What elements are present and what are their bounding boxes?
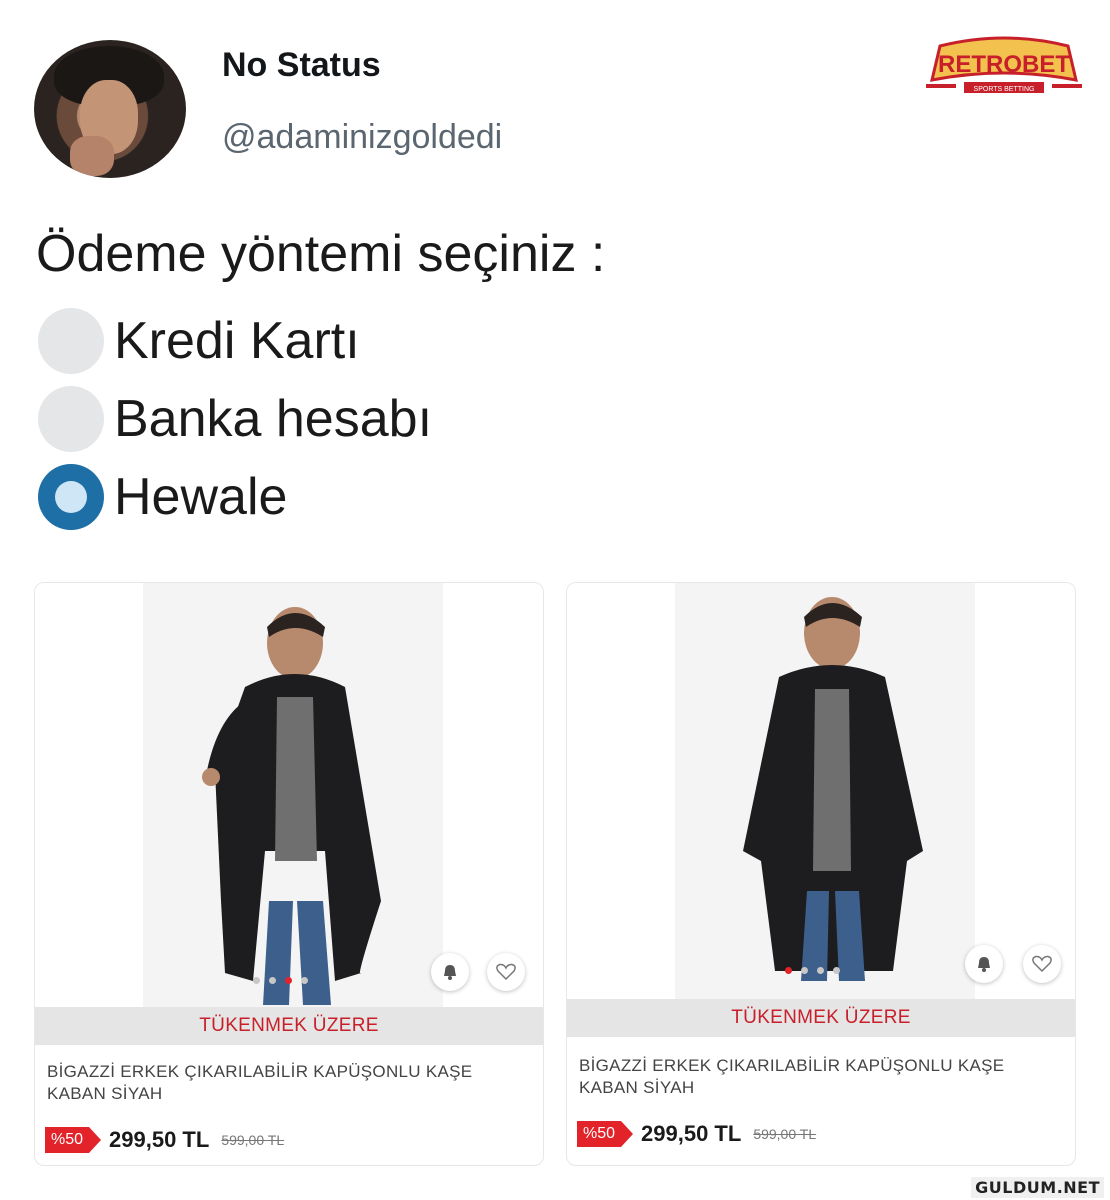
old-price: 599,00 TL (753, 1126, 817, 1142)
carousel-dot[interactable] (253, 977, 260, 984)
option-bank-account[interactable]: Banka hesabı (38, 384, 432, 454)
product-card[interactable]: TÜKENMEK ÜZERE BİGAZZİ ERKEK ÇIKARILABİL… (566, 582, 1076, 1166)
price-row: %50 299,50 TL 599,00 TL (577, 1121, 816, 1147)
carousel-dot-active[interactable] (785, 967, 792, 974)
stock-status: TÜKENMEK ÜZERE (567, 999, 1075, 1037)
carousel-dot[interactable] (833, 967, 840, 974)
carousel-dots[interactable] (253, 977, 308, 984)
stock-status: TÜKENMEK ÜZERE (35, 1007, 543, 1045)
carousel-dot[interactable] (817, 967, 824, 974)
product-title[interactable]: BİGAZZİ ERKEK ÇIKARILABİLİR KAPÜŞONLU KA… (47, 1061, 523, 1105)
user-handle[interactable]: @adaminizgoldedi (222, 118, 502, 157)
watermark: GULDUM.NET (971, 1177, 1104, 1198)
avatar-hand (70, 136, 114, 176)
product-card[interactable]: TÜKENMEK ÜZERE BİGAZZİ ERKEK ÇIKARILABİL… (34, 582, 544, 1166)
favorite-button[interactable] (1023, 945, 1061, 983)
bell-icon (978, 957, 990, 972)
product-title[interactable]: BİGAZZİ ERKEK ÇIKARILABİLİR KAPÜŞONLU KA… (579, 1055, 1055, 1099)
bell-icon (444, 965, 456, 980)
heart-icon (496, 963, 516, 981)
radio-dot (55, 481, 87, 513)
man-in-coat-image (202, 607, 381, 1005)
product-photo[interactable] (35, 583, 543, 1007)
option-label: Hewale (114, 468, 288, 526)
display-name[interactable]: No Status (222, 46, 381, 85)
avatar[interactable] (34, 40, 186, 178)
option-credit-card[interactable]: Kredi Kartı (38, 306, 360, 376)
current-price: 299,50 TL (109, 1127, 210, 1152)
radio-checked-icon[interactable] (38, 464, 104, 530)
old-price: 599,00 TL (221, 1132, 285, 1148)
radio-unchecked-icon[interactable] (38, 308, 104, 374)
option-label: Banka hesabı (114, 390, 433, 448)
radio-unchecked-icon[interactable] (38, 386, 104, 452)
retrobet-logo: RETROBET SPORTS BETTING (926, 36, 1082, 93)
price-row: %50 299,50 TL 599,00 TL (45, 1127, 284, 1153)
heart-icon (1032, 955, 1052, 973)
carousel-dots[interactable] (785, 967, 840, 974)
bell-button[interactable] (965, 945, 1003, 983)
favorite-button[interactable] (487, 953, 525, 991)
question-text: Ödeme yöntemi seçiniz : (36, 225, 606, 283)
option-label: Kredi Kartı (114, 312, 360, 370)
option-hewale[interactable]: Hewale (38, 462, 287, 532)
product-photo[interactable] (567, 583, 1075, 1007)
discount-badge: %50 (45, 1127, 102, 1153)
discount-badge: %50 (577, 1121, 634, 1147)
bell-button[interactable] (431, 953, 469, 991)
logo-brand: RETROBET (938, 51, 1070, 78)
carousel-dot[interactable] (801, 967, 808, 974)
current-price: 299,50 TL (641, 1121, 742, 1146)
carousel-dot[interactable] (269, 977, 276, 984)
carousel-dot[interactable] (301, 977, 308, 984)
man-in-coat-image (743, 597, 923, 981)
logo-tagline: SPORTS BETTING (974, 86, 1035, 93)
carousel-dot-active[interactable] (285, 977, 292, 984)
